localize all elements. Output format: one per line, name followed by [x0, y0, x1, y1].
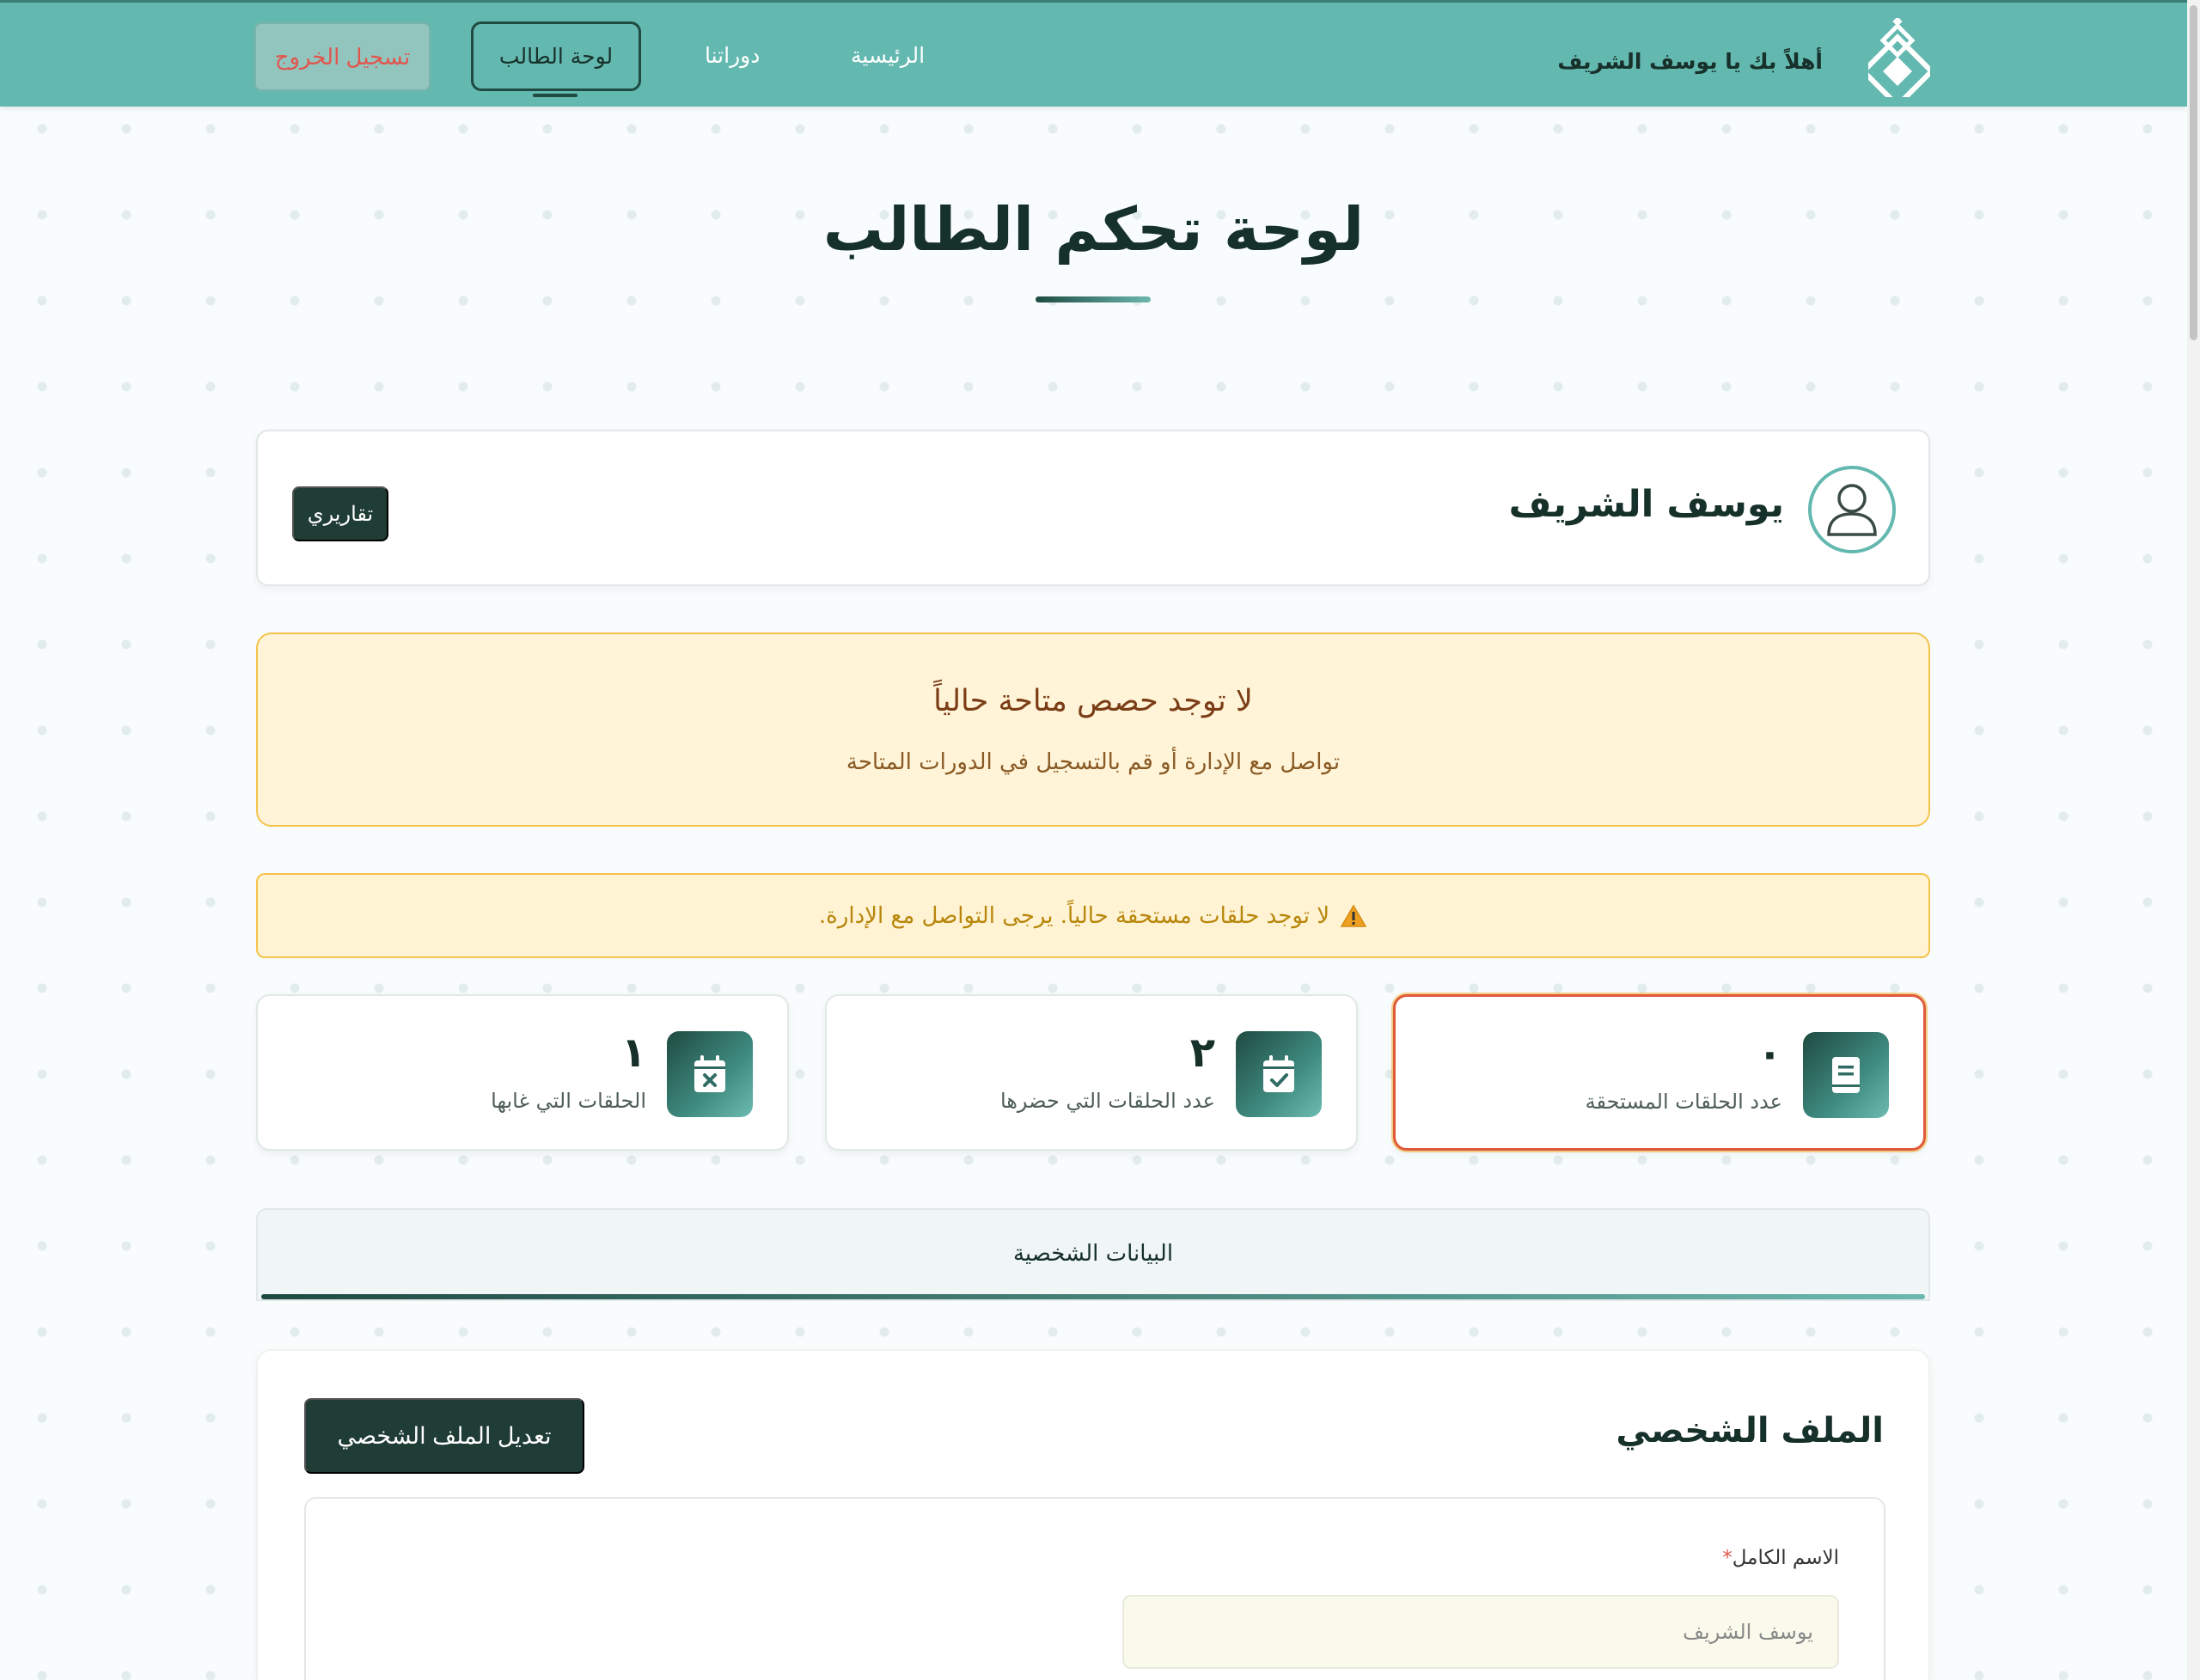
profile-tabs: البيانات الشخصية [256, 1208, 1930, 1301]
no-sessions-subtitle: تواصل مع الإدارة أو قم بالتسجيل في الدور… [846, 749, 1341, 775]
student-profile-card: يوسف الشريف تقاريري [256, 430, 1930, 586]
stat-icon-box [1236, 1031, 1322, 1117]
stat-card-absent-sessions[interactable]: ١ الحلقات التي غابها [256, 994, 789, 1151]
my-reports-button[interactable]: تقاريري [292, 486, 388, 541]
avatar [1808, 466, 1896, 553]
stat-icon-box [667, 1031, 753, 1117]
tab-personal-data[interactable]: البيانات الشخصية [258, 1241, 1928, 1267]
warning-icon [1340, 904, 1367, 927]
stat-icon-box [1803, 1032, 1889, 1118]
profile-panel: الملف الشخصي تعديل الملف الشخصي الاسم ال… [256, 1349, 1930, 1680]
book-icon [1832, 1057, 1860, 1093]
full-name-label-text: الاسم الكامل [1732, 1547, 1839, 1569]
user-icon [1827, 484, 1877, 536]
no-sessions-alert: لا توجد حصص متاحة حالياً تواصل مع الإدار… [256, 632, 1930, 827]
profile-form: الاسم الكامل* [304, 1497, 1885, 1680]
title-underline [1036, 296, 1151, 302]
stat-label: عدد الحلقات المستحقة [1585, 1090, 1782, 1114]
logout-button[interactable]: تسجيل الخروج [254, 22, 431, 91]
full-name-label: الاسم الكامل* [1722, 1547, 1839, 1569]
nav-link-home[interactable]: الرئيسية [851, 43, 925, 68]
stat-card-attended-sessions[interactable]: ٢ عدد الحلقات التي حضرها [825, 994, 1358, 1151]
calendar-check-icon [1263, 1055, 1294, 1092]
stat-label: الحلقات التي غابها [491, 1089, 646, 1113]
vertical-scrollbar[interactable] [2187, 0, 2200, 1680]
no-sessions-title: لا توجد حصص متاحة حالياً [933, 684, 1253, 718]
no-due-sessions-text: لا توجد حلقات مستحقة حالياً. يرجى التواص… [818, 902, 1330, 929]
nav-link-courses[interactable]: دوراتنا [705, 43, 760, 68]
brand-logo-icon[interactable] [1868, 18, 1930, 97]
stat-value: ٢ [1189, 1029, 1215, 1077]
profile-panel-title: الملف الشخصي [1616, 1411, 1884, 1451]
calendar-x-icon [694, 1055, 725, 1092]
full-name-input[interactable] [1122, 1595, 1839, 1669]
edit-profile-button[interactable]: تعديل الملف الشخصي [304, 1398, 584, 1474]
welcome-message: أهلاً بك يا يوسف الشريف [1557, 49, 1823, 74]
active-nav-indicator [533, 94, 578, 97]
required-mark: * [1722, 1547, 1732, 1569]
nav-link-student-dashboard[interactable]: لوحة الطالب [471, 21, 641, 91]
stat-value: ٠ [1757, 1029, 1782, 1078]
scrollbar-thumb[interactable] [2190, 5, 2197, 340]
top-navbar: أهلاً بك يا يوسف الشريف الرئيسية دوراتنا… [0, 0, 2187, 107]
active-tab-indicator [261, 1294, 1925, 1299]
student-name: يوسف الشريف [1508, 483, 1784, 526]
page-title: لوحة تحكم الطالب [822, 194, 1365, 265]
no-due-sessions-alert: لا توجد حلقات مستحقة حالياً. يرجى التواص… [256, 873, 1930, 958]
stat-label: عدد الحلقات التي حضرها [999, 1089, 1215, 1113]
stat-card-due-sessions[interactable]: ٠ عدد الحلقات المستحقة [1393, 994, 1926, 1151]
stat-value: ١ [620, 1029, 646, 1077]
